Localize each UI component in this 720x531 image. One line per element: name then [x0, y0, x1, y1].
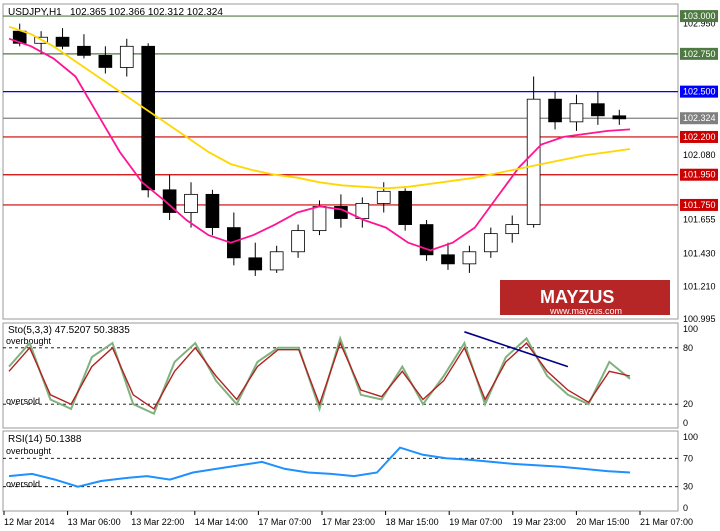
- price-level-label: 102.500: [683, 87, 716, 97]
- price-tick-label: 102.080: [683, 150, 716, 160]
- usdjpy-chart: USDJPY,H1 102.365 102.366 102.312 102.32…: [2, 3, 718, 527]
- price-level-label: 101.950: [683, 170, 716, 180]
- candle-body: [398, 190, 412, 225]
- candle-body: [77, 45, 91, 56]
- candle-body: [441, 254, 455, 265]
- price-level-label: 101.750: [683, 200, 716, 210]
- candle-body: [184, 193, 198, 213]
- candle-body: [591, 103, 605, 117]
- candle-body: [548, 98, 562, 123]
- candle-body: [141, 45, 156, 191]
- x-axis-label: 21 Mar 07:00: [640, 517, 693, 527]
- oscillator-tick-label: 30: [683, 482, 693, 492]
- price-tick-label: 100.995: [683, 314, 716, 324]
- price-tick-label: 101.210: [683, 282, 716, 292]
- x-axis-label: 13 Mar 06:00: [68, 517, 121, 527]
- brand-logo: MAYZUS www.mayzus.com: [500, 280, 670, 316]
- oscillator-tick-label: 0: [683, 503, 688, 513]
- oscillator-tick-label: 80: [683, 343, 693, 353]
- x-axis-label: 17 Mar 07:00: [258, 517, 311, 527]
- oscillator-tick-label: 100: [683, 324, 698, 334]
- price-level-label: 103.000: [683, 11, 716, 21]
- candle-body: [291, 230, 305, 253]
- rsi-panel: [2, 430, 679, 512]
- price-tick-label: 101.430: [683, 248, 716, 258]
- candle-body: [55, 36, 70, 47]
- candle-body: [119, 45, 134, 68]
- candle-body: [462, 251, 477, 265]
- candle-body: [98, 54, 113, 68]
- logo-url: www.mayzus.com: [549, 306, 622, 316]
- x-axis-label: 19 Mar 07:00: [449, 517, 502, 527]
- oscillator-tick-label: 100: [683, 432, 698, 442]
- x-axis-label: 12 Mar 2014: [4, 517, 55, 527]
- stochastic-title: Sto(5,3,3) 47.5207 50.3835: [8, 325, 130, 336]
- x-axis-label: 20 Mar 15:00: [576, 517, 629, 527]
- candle-body: [483, 233, 498, 253]
- price-level-label: 102.200: [683, 132, 716, 142]
- candle-body: [312, 206, 327, 232]
- candle-body: [248, 257, 263, 271]
- price-panel: [2, 3, 679, 320]
- candle-body: [376, 190, 391, 204]
- candle-body: [205, 193, 220, 228]
- x-axis-label: 13 Mar 22:00: [131, 517, 184, 527]
- price-level-label: 102.750: [683, 49, 716, 59]
- logo-text: MAYZUS: [540, 287, 614, 307]
- rsi-overbought-label: overbought: [6, 446, 52, 456]
- candle-body: [269, 251, 284, 271]
- oscillator-tick-label: 20: [683, 399, 693, 409]
- candle-body: [505, 224, 520, 235]
- rsi-title: RSI(14) 50.1388: [8, 434, 82, 445]
- x-axis-label: 18 Mar 15:00: [386, 517, 439, 527]
- x-axis: 12 Mar 2014 13 Mar 06:00 13 Mar 22:00 14 Ma…: [3, 511, 693, 527]
- candle-body: [569, 103, 584, 123]
- oscillator-tick-label: 0: [683, 418, 688, 428]
- price-level-label: 102.324: [683, 113, 716, 123]
- x-axis-label: 17 Mar 23:00: [322, 517, 375, 527]
- x-axis-label: 19 Mar 23:00: [513, 517, 566, 527]
- x-axis-label: 14 Mar 14:00: [195, 517, 248, 527]
- rsi-oversold-label: oversold: [6, 479, 40, 489]
- chart-root: USDJPY,H1 102.365 102.366 102.312 102.32…: [0, 0, 720, 531]
- price-tick-label: 101.655: [683, 214, 716, 224]
- oscillator-tick-label: 70: [683, 453, 693, 463]
- candle-body: [612, 115, 627, 120]
- candle-body: [526, 98, 541, 225]
